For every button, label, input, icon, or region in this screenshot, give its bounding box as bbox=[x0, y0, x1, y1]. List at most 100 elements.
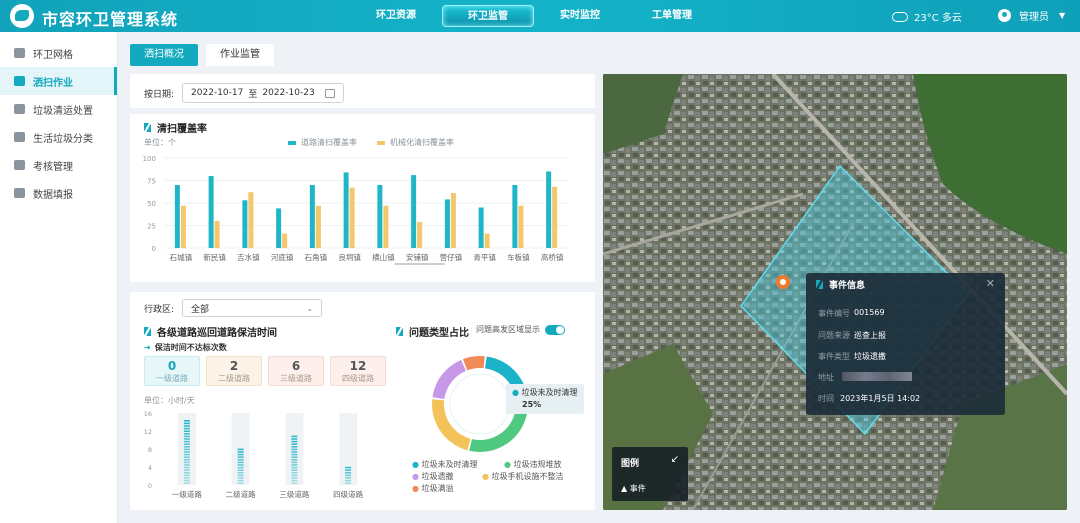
bar-segment bbox=[183, 453, 190, 456]
collapse-arrow-icon[interactable]: ↙ bbox=[671, 454, 679, 465]
x-tick-label: 石城镇 bbox=[170, 252, 193, 262]
grid-icon bbox=[14, 48, 25, 58]
bar-segment bbox=[291, 472, 298, 474]
problem-title: 问题类型占比 bbox=[396, 324, 469, 339]
legend-item-label: 垃圾未及时清理 bbox=[421, 460, 478, 469]
bar-segment bbox=[237, 477, 244, 479]
card-count: 0 bbox=[167, 359, 177, 373]
legend-item: ● 垃圾手机设施不整洁 bbox=[482, 472, 564, 481]
donut-slice bbox=[432, 399, 471, 451]
sidebar-item-disposal[interactable]: 垃圾清运处置 bbox=[0, 95, 117, 123]
bar bbox=[276, 208, 282, 248]
legend-mech: 机械化清扫覆盖率 bbox=[390, 138, 454, 147]
bar-segment bbox=[237, 451, 244, 453]
card-count: 2 bbox=[229, 359, 239, 373]
problem-legend: ● 垃圾未及时清理 ● 垃圾违规堆放 ● 垃圾遗撒 ● 垃圾手机设施不整洁 ● 垃圾… bbox=[412, 459, 592, 495]
nav-supervision[interactable]: 环卫监管 bbox=[442, 5, 534, 27]
event-row-address: 地址 bbox=[818, 372, 912, 383]
event-key: 地址 bbox=[818, 373, 834, 382]
donut-slice bbox=[432, 359, 466, 399]
sidebar-item-sorting[interactable]: 生活垃圾分类 bbox=[0, 123, 117, 151]
section-marker-icon bbox=[144, 327, 151, 336]
sidebar-item-sweeping[interactable]: 洒扫作业 bbox=[0, 67, 117, 95]
bar bbox=[208, 176, 214, 248]
bar-segment bbox=[291, 474, 298, 477]
patrol-subtitle: 保洁时间不达标次数 bbox=[154, 343, 227, 352]
bar-segment bbox=[183, 422, 190, 425]
bar bbox=[518, 205, 524, 248]
bar-segment bbox=[183, 446, 190, 448]
event-row-id: 事件编号 001569 bbox=[818, 308, 885, 319]
user-menu[interactable]: 管理员 ▼ bbox=[998, 8, 1065, 23]
bar-segment bbox=[291, 459, 298, 461]
date-end: 2022-10-23 bbox=[262, 88, 315, 98]
bar-segment bbox=[291, 482, 298, 484]
sidebar-item-grid[interactable]: 环卫网格 bbox=[0, 39, 117, 67]
bar-segment bbox=[291, 477, 298, 479]
region-select[interactable]: 全部 ⌄ bbox=[182, 299, 323, 317]
bar bbox=[552, 186, 558, 248]
card-level-4[interactable]: 12 四级道路 bbox=[330, 356, 386, 386]
problem-title-text: 问题类型占比 bbox=[409, 328, 469, 339]
x-tick-label: 青平镇 bbox=[473, 252, 496, 262]
bar-segment bbox=[291, 440, 298, 443]
date-range-picker[interactable]: 2022-10-17 至 2022-10-23 bbox=[182, 83, 344, 103]
bar bbox=[450, 193, 456, 248]
bar-segment bbox=[237, 464, 244, 466]
donut-inner-ring bbox=[449, 373, 511, 435]
calendar-icon bbox=[324, 88, 335, 98]
nav-resources[interactable]: 环卫资源 bbox=[350, 5, 442, 27]
bar-segment bbox=[345, 477, 352, 479]
card-count: 12 bbox=[349, 359, 367, 373]
user-avatar-icon bbox=[998, 9, 1011, 22]
legend-item-label: 垃圾遗撒 bbox=[421, 472, 454, 481]
x-tick-label: 横山镇 bbox=[372, 252, 395, 262]
app-logo-icon bbox=[10, 4, 34, 28]
main-nav: 环卫资源 环卫监管 实时监控 工单管理 bbox=[350, 5, 718, 27]
bar bbox=[349, 187, 355, 248]
sidebar-item-reporting[interactable]: 数据填报 bbox=[0, 179, 117, 207]
bar-segment bbox=[183, 464, 190, 466]
bar-segment bbox=[183, 479, 190, 482]
bar-segment bbox=[237, 472, 244, 474]
region-value: 全部 bbox=[191, 304, 210, 315]
legend-item: ● 垃圾未及时清理 bbox=[412, 460, 478, 469]
bar-segment bbox=[291, 456, 298, 458]
date-start: 2022-10-17 bbox=[191, 88, 244, 98]
app-title: 市容环卫管理系统 bbox=[42, 10, 179, 29]
bar-segment bbox=[345, 472, 352, 474]
scrollbar-thumb bbox=[394, 263, 445, 265]
tab-overview[interactable]: 洒扫概况 bbox=[130, 44, 198, 66]
card-label: 四级道路 bbox=[342, 374, 374, 383]
x-tick-label: 吉水镇 bbox=[237, 252, 260, 262]
bar-segment bbox=[183, 438, 190, 440]
card-level-2[interactable]: 2 二级道路 bbox=[206, 356, 262, 386]
sidebar: 环卫网格 洒扫作业 垃圾清运处置 生活垃圾分类 考核管理 数据填报 bbox=[0, 32, 118, 523]
bar-segment bbox=[345, 474, 352, 477]
y-tick-label: 16 bbox=[144, 410, 152, 418]
bar bbox=[478, 207, 484, 248]
close-icon[interactable]: ✕ bbox=[986, 277, 995, 290]
hotspot-toggle[interactable] bbox=[545, 324, 565, 335]
bar-segment bbox=[237, 456, 244, 458]
date-separator: 至 bbox=[248, 89, 258, 100]
sidebar-item-assessment[interactable]: 考核管理 bbox=[0, 151, 117, 179]
y-tick-label: 0 bbox=[152, 245, 156, 253]
tooltip-label: 垃圾未及时清理 bbox=[521, 388, 578, 397]
legend-road: 道路清扫覆盖率 bbox=[301, 138, 357, 147]
legend-item: ● 垃圾遗撒 bbox=[412, 472, 454, 481]
bar-segment bbox=[183, 472, 190, 474]
road-level-cards: 0 一级道路 2 二级道路 6 三级道路 12 四级道路 bbox=[144, 356, 392, 386]
bar-segment bbox=[291, 435, 298, 438]
nav-monitoring[interactable]: 实时监控 bbox=[534, 5, 626, 27]
coverage-unit: 单位：个 bbox=[144, 138, 176, 147]
bar-segment bbox=[291, 443, 298, 445]
bar-segment bbox=[237, 448, 244, 451]
card-level-3[interactable]: 6 三级道路 bbox=[268, 356, 324, 386]
bar-segment bbox=[237, 466, 244, 469]
x-tick-label: 二级道路 bbox=[226, 489, 256, 499]
card-level-1[interactable]: 0 一级道路 bbox=[144, 356, 200, 386]
tab-supervision[interactable]: 作业监管 bbox=[206, 44, 274, 66]
nav-workorders[interactable]: 工单管理 bbox=[626, 5, 718, 27]
bar bbox=[417, 221, 423, 248]
